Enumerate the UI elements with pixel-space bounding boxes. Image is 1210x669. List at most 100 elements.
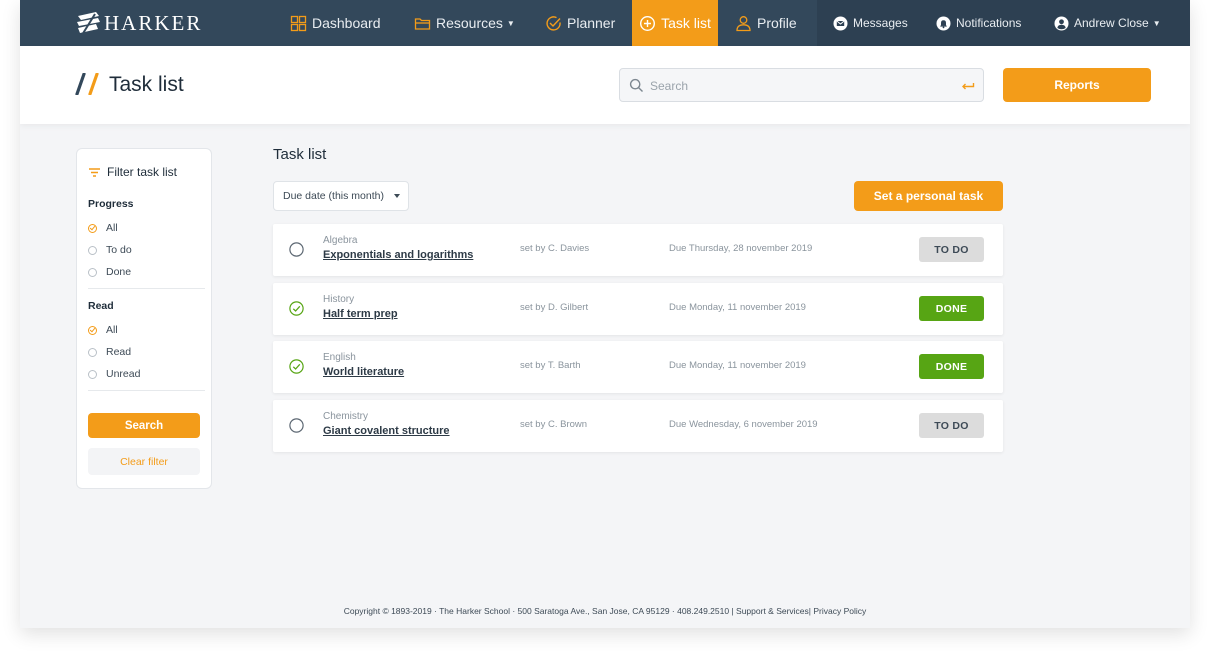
reports-button[interactable]: Reports (1003, 68, 1151, 102)
footer: Copyright © 1893-2019 · The Harker Schoo… (20, 606, 1190, 616)
filter-title: Filter task list (107, 165, 178, 179)
task-subject: History (323, 294, 355, 305)
progress-option-done[interactable]: Done (88, 266, 131, 278)
task-row[interactable]: English World literature set by T. Barth… (273, 341, 1003, 393)
read-option-unread-label: Unread (106, 368, 141, 380)
status-badge-todo[interactable]: TO DO (919, 413, 984, 438)
brand-name: HARKER (104, 10, 203, 35)
progress-group-title: Progress (88, 198, 134, 210)
task-name-link[interactable]: Exponentials and logarithms (323, 249, 473, 261)
set-personal-task-button[interactable]: Set a personal task (854, 181, 1003, 211)
task-set-by: set by C. Brown (520, 419, 588, 430)
radio-unchecked-icon (88, 369, 97, 379)
progress-option-all[interactable]: All (88, 222, 118, 234)
read-option-all[interactable]: All (88, 324, 118, 336)
task-subject: Algebra (323, 235, 358, 246)
top-navigation: HARKER Dashboard Resources ▼ Planner Tas… (20, 0, 1190, 46)
plus-circle-icon (640, 15, 656, 31)
divider (88, 288, 205, 289)
task-list-heading: Task list (273, 146, 327, 163)
radio-unchecked-icon (88, 245, 97, 255)
due-date-select-value: Due date (this month) (283, 190, 384, 202)
progress-option-todo-label: To do (106, 244, 132, 256)
nav-task-list[interactable]: Task list (632, 0, 718, 46)
message-icon (833, 16, 848, 30)
filter-icon (89, 167, 100, 177)
task-name-link[interactable]: Giant covalent structure (323, 425, 450, 437)
circle-unchecked-icon[interactable] (289, 418, 304, 433)
task-subject: English (323, 352, 356, 363)
nav-dashboard-label: Dashboard (312, 15, 381, 31)
radio-unchecked-icon (88, 347, 97, 357)
nav-planner[interactable]: Planner (545, 0, 615, 46)
progress-option-done-label: Done (106, 266, 132, 278)
filter-panel: Filter task list Progress All To do Done… (76, 148, 212, 489)
nav-notifications[interactable]: Notifications (936, 0, 1021, 46)
task-name-link[interactable]: World literature (323, 366, 404, 378)
nav-planner-label: Planner (567, 15, 616, 31)
nav-resources-label: Resources (436, 15, 503, 31)
task-subject: Chemistry (323, 411, 369, 422)
user-icon (736, 15, 751, 31)
status-badge-done[interactable]: DONE (919, 296, 984, 321)
page-header: Task list Reports (20, 46, 1190, 124)
due-date-select[interactable]: Due date (this month) (273, 181, 409, 211)
check-circle-icon (546, 15, 561, 31)
caret-down-icon (394, 194, 400, 198)
read-option-all-label: All (106, 324, 118, 336)
search-input[interactable] (650, 76, 950, 96)
page-title: Task list (109, 73, 184, 96)
chevron-down-icon: ▼ (506, 18, 515, 28)
radio-checked-icon (88, 223, 97, 233)
task-row[interactable]: Algebra Exponentials and logarithms set … (273, 224, 1003, 276)
nav-dashboard[interactable]: Dashboard (290, 0, 381, 46)
brand-logo[interactable]: HARKER (76, 10, 202, 36)
search-icon (629, 78, 643, 92)
nav-messages-label: Messages (853, 16, 908, 30)
radio-checked-icon (88, 325, 97, 335)
status-badge-todo[interactable]: TO DO (919, 237, 984, 262)
radio-unchecked-icon (88, 267, 97, 277)
task-due-date: Due Monday, 11 november 2019 (669, 360, 806, 371)
chevron-down-icon: ▼ (1152, 18, 1161, 28)
nav-profile[interactable]: Profile (735, 0, 797, 46)
progress-option-all-label: All (106, 222, 118, 234)
circle-check-icon[interactable] (289, 359, 304, 374)
task-due-date: Due Monday, 11 november 2019 (669, 302, 806, 313)
nav-resources[interactable]: Resources ▼ (414, 0, 515, 46)
read-option-read-label: Read (106, 346, 132, 358)
read-option-read[interactable]: Read (88, 346, 131, 358)
nav-messages[interactable]: Messages (833, 0, 908, 46)
dashboard-icon (290, 15, 307, 31)
progress-option-todo[interactable]: To do (88, 244, 132, 256)
user-avatar-icon (1054, 16, 1069, 30)
circle-check-icon[interactable] (289, 301, 304, 316)
nav-user-name: Andrew Close (1074, 16, 1149, 30)
task-name-link[interactable]: Half term prep (323, 308, 398, 320)
nav-user-menu[interactable]: Andrew Close ▼ (1054, 0, 1161, 46)
folder-icon (414, 17, 431, 30)
circle-unchecked-icon[interactable] (289, 242, 304, 257)
nav-notifications-label: Notifications (956, 16, 1022, 30)
bell-icon (936, 16, 951, 30)
read-option-unread[interactable]: Unread (88, 368, 140, 380)
task-set-by: set by C. Davies (520, 243, 590, 254)
privacy-link[interactable]: Privacy Policy (813, 606, 866, 616)
task-due-date: Due Wednesday, 6 november 2019 (669, 419, 818, 430)
nav-task-list-label: Task list (661, 15, 711, 31)
support-link[interactable]: Support & Services (736, 606, 809, 616)
slash-mark-icon (75, 73, 99, 95)
task-due-date: Due Thursday, 28 november 2019 (669, 243, 813, 254)
search-bar (619, 68, 984, 102)
app-window: HARKER Dashboard Resources ▼ Planner Tas… (20, 0, 1190, 628)
filter-header: Filter task list (88, 165, 177, 179)
filter-search-button[interactable]: Search (88, 413, 200, 438)
task-row[interactable]: Chemistry Giant covalent structure set b… (273, 400, 1003, 452)
divider (88, 390, 205, 391)
status-badge-done[interactable]: DONE (919, 354, 984, 379)
harker-logo-icon (77, 11, 100, 36)
task-row[interactable]: History Half term prep set by D. Gilbert… (273, 283, 1003, 335)
clear-filter-button[interactable]: Clear filter (88, 448, 200, 475)
enter-arrow-icon[interactable] (961, 79, 975, 93)
task-set-by: set by T. Barth (520, 360, 581, 371)
